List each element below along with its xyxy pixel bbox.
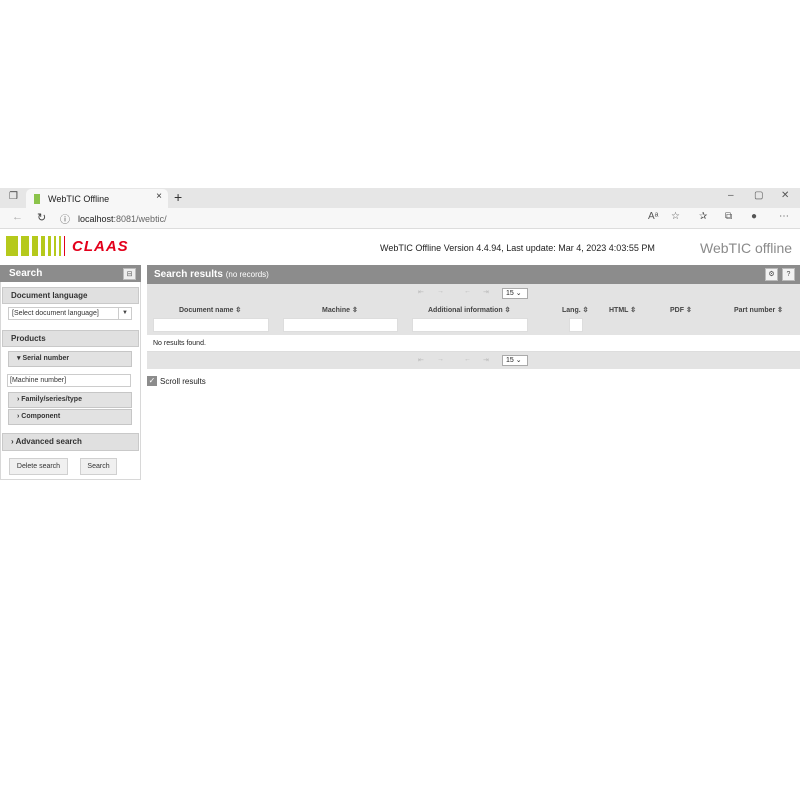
profile-avatar[interactable]: ● bbox=[751, 211, 757, 222]
filter-additional-information[interactable] bbox=[412, 318, 528, 332]
site-info-icon[interactable]: ⓘ bbox=[60, 211, 70, 226]
refresh-icon[interactable]: ↻ bbox=[37, 211, 46, 224]
family-series-type-section[interactable]: › Family/series/type bbox=[8, 392, 132, 408]
url-field[interactable]: ⓘ localhost :8081/webtic/ bbox=[60, 210, 640, 227]
products-section[interactable]: Products bbox=[2, 330, 139, 347]
document-language-section[interactable]: Document language bbox=[2, 287, 139, 304]
no-results-row: No results found. bbox=[147, 335, 800, 352]
maximize-icon[interactable]: ▢ bbox=[754, 190, 763, 201]
col-additional-information[interactable]: Additional information ⇳ bbox=[428, 306, 510, 314]
window-close-icon[interactable]: ✕ bbox=[781, 190, 789, 201]
search-panel-title: Search bbox=[0, 265, 141, 282]
results-header: Search results (no records) bbox=[147, 265, 800, 284]
tab-actions-icon[interactable]: ❐ bbox=[9, 191, 18, 202]
document-language-select[interactable]: [Select document language] bbox=[8, 307, 132, 320]
last-page-icon[interactable]: ⇥ bbox=[483, 356, 489, 364]
filter-machine[interactable] bbox=[283, 318, 398, 332]
search-button[interactable]: Search bbox=[80, 458, 117, 475]
pager-top: ⇤ → ← ⇥ 15 ⌄ bbox=[147, 284, 800, 301]
prev-page-icon[interactable]: → bbox=[437, 288, 444, 295]
tab-close-icon[interactable]: × bbox=[156, 191, 162, 202]
browser-tab[interactable]: WebTIC Offline × bbox=[26, 189, 168, 208]
advanced-search-label: Advanced search bbox=[15, 437, 82, 446]
page-size-select[interactable]: 15 ⌄ bbox=[502, 288, 528, 299]
scroll-results-checkbox[interactable]: ✓ bbox=[147, 376, 157, 386]
results-title: Search results bbox=[154, 269, 223, 280]
new-tab-button[interactable]: + bbox=[174, 189, 182, 205]
url-host: localhost bbox=[78, 213, 114, 224]
version-info: WebTIC Offline Version 4.4.94, Last upda… bbox=[380, 243, 655, 253]
next-page-icon[interactable]: ← bbox=[464, 356, 471, 363]
col-machine[interactable]: Machine ⇳ bbox=[322, 306, 358, 314]
serial-number-section[interactable]: ▾ Serial number bbox=[8, 351, 132, 367]
col-html[interactable]: HTML ⇳ bbox=[609, 306, 636, 314]
collections-icon[interactable]: ⧉ bbox=[725, 211, 732, 222]
tab-title: WebTIC Offline bbox=[48, 193, 110, 204]
component-section[interactable]: › Component bbox=[8, 409, 132, 425]
tab-favicon-icon bbox=[34, 193, 40, 204]
delete-search-button[interactable]: Delete search bbox=[9, 458, 68, 475]
serial-number-label: Serial number bbox=[22, 355, 70, 362]
component-label: Component bbox=[21, 413, 61, 420]
advanced-search-section[interactable]: › Advanced search bbox=[2, 433, 139, 451]
more-menu-icon[interactable]: ⋯ bbox=[779, 211, 789, 222]
minimize-icon[interactable]: – bbox=[728, 190, 734, 201]
filter-lang[interactable] bbox=[569, 318, 583, 332]
col-pdf[interactable]: PDF ⇳ bbox=[670, 306, 692, 314]
first-page-icon[interactable]: ⇤ bbox=[418, 288, 424, 296]
col-document-name[interactable]: Document name ⇳ bbox=[179, 306, 241, 314]
col-lang[interactable]: Lang. ⇳ bbox=[562, 306, 588, 314]
favorites-icon[interactable]: ✰ bbox=[699, 211, 707, 222]
scroll-results-label: Scroll results bbox=[160, 377, 206, 386]
settings-gear-icon[interactable]: ⚙ bbox=[765, 268, 778, 281]
url-path: :8081/webtic/ bbox=[113, 213, 167, 224]
chevron-down-icon[interactable]: ▼ bbox=[118, 308, 131, 319]
next-page-icon[interactable]: ← bbox=[464, 288, 471, 295]
pager-bottom: ⇤ → ← ⇥ 15 ⌄ bbox=[147, 352, 800, 369]
prev-page-icon[interactable]: → bbox=[437, 356, 444, 363]
back-icon[interactable]: ← bbox=[12, 211, 23, 223]
help-icon[interactable]: ? bbox=[782, 268, 795, 281]
col-part-number[interactable]: Part number ⇳ bbox=[734, 306, 783, 314]
family-label: Family/series/type bbox=[21, 396, 82, 403]
results-count-note: (no records) bbox=[225, 270, 269, 279]
favorite-add-icon[interactable]: ☆ bbox=[671, 211, 680, 222]
claas-logo-bars bbox=[6, 236, 65, 256]
app-brand: WebTIC offline bbox=[700, 240, 793, 256]
last-page-icon[interactable]: ⇥ bbox=[483, 288, 489, 296]
claas-logo-text: CLAAS bbox=[72, 238, 129, 255]
first-page-icon[interactable]: ⇤ bbox=[418, 356, 424, 364]
page-size-select[interactable]: 15 ⌄ bbox=[502, 355, 528, 366]
read-aloud-icon[interactable]: Aᵃ bbox=[648, 211, 658, 222]
collapse-panel-icon[interactable]: ⊟ bbox=[123, 268, 136, 280]
machine-number-input[interactable]: [Machine number] bbox=[7, 374, 131, 387]
filter-document-name[interactable] bbox=[153, 318, 269, 332]
